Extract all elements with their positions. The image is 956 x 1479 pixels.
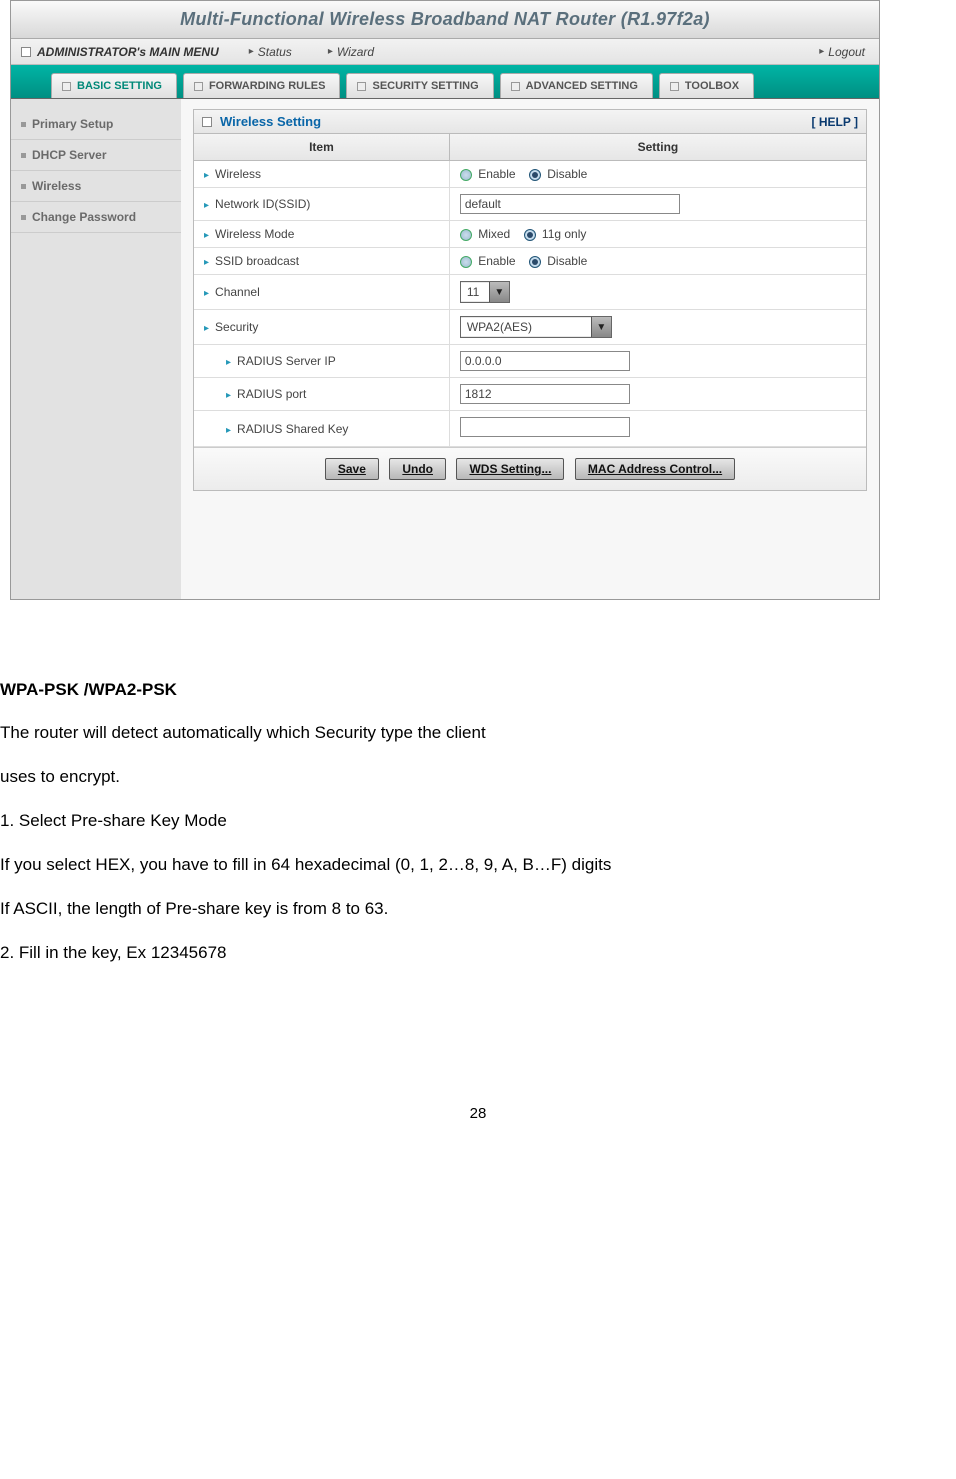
- doc-p1: The router will detect automatically whi…: [0, 722, 956, 744]
- bullet-icon: [21, 184, 26, 189]
- tab-icon: [357, 82, 366, 91]
- caret-icon: ▸: [204, 200, 209, 211]
- menu-bar: ADMINISTRATOR's MAIN MENU ▸ Status ▸ Wiz…: [11, 39, 879, 65]
- tab-strip: BASIC SETTING FORWARDING RULES SECURITY …: [11, 65, 879, 99]
- tab-icon: [62, 82, 71, 91]
- panel-icon: [202, 117, 212, 127]
- title-bar: Multi-Functional Wireless Broadband NAT …: [11, 1, 879, 39]
- sidebar: Primary Setup DHCP Server Wireless Chang…: [11, 99, 181, 599]
- ssid-input[interactable]: default: [460, 194, 680, 214]
- channel-select[interactable]: 11 ▼: [460, 281, 510, 303]
- row-wireless-label: Wireless: [215, 167, 261, 181]
- radio-enable[interactable]: [460, 169, 472, 181]
- caret-icon: ▸: [204, 170, 209, 181]
- document-text: WPA-PSK /WPA2-PSK The router will detect…: [0, 600, 956, 965]
- dropdown-icon: ▼: [489, 282, 509, 302]
- tab-toolbox[interactable]: TOOLBOX: [659, 73, 754, 98]
- arrow-icon: ▸: [328, 46, 333, 57]
- security-select[interactable]: WPA2(AES) ▼: [460, 316, 612, 338]
- tab-basic-setting[interactable]: BASIC SETTING: [51, 73, 177, 98]
- radius-port-input[interactable]: 1812: [460, 384, 630, 404]
- caret-icon: ▸: [226, 390, 231, 401]
- router-screenshot: Multi-Functional Wireless Broadband NAT …: [10, 0, 880, 600]
- doc-heading: WPA-PSK /WPA2-PSK: [0, 680, 956, 700]
- help-link[interactable]: [ HELP ]: [812, 115, 858, 129]
- save-button[interactable]: Save: [325, 458, 379, 480]
- button-row: Save Undo WDS Setting... MAC Address Con…: [194, 447, 866, 490]
- doc-p5: If ASCII, the length of Pre-share key is…: [0, 898, 956, 920]
- settings-table: Item Setting ▸Wireless Enable Disable: [194, 134, 866, 447]
- doc-p2: uses to encrypt.: [0, 766, 956, 788]
- caret-icon: ▸: [204, 257, 209, 268]
- sidebar-item-dhcp-server[interactable]: DHCP Server: [11, 140, 181, 171]
- arrow-icon: ▸: [819, 46, 824, 57]
- tab-advanced-setting[interactable]: ADVANCED SETTING: [500, 73, 653, 98]
- caret-icon: ▸: [204, 230, 209, 241]
- wds-setting-button[interactable]: WDS Setting...: [456, 458, 564, 480]
- doc-p4: If you select HEX, you have to fill in 6…: [0, 854, 956, 876]
- undo-button[interactable]: Undo: [389, 458, 446, 480]
- page-number: 28: [0, 1105, 956, 1134]
- menu-logout[interactable]: Logout: [828, 45, 865, 59]
- sidebar-item-wireless[interactable]: Wireless: [11, 171, 181, 202]
- doc-p6: 2. Fill in the key, Ex 12345678: [0, 942, 956, 964]
- sidebar-item-primary-setup[interactable]: Primary Setup: [11, 109, 181, 140]
- caret-icon: ▸: [226, 357, 231, 368]
- tab-forwarding-rules[interactable]: FORWARDING RULES: [183, 73, 341, 98]
- row-radius-port-label: RADIUS port: [237, 387, 306, 401]
- sidebar-item-change-password[interactable]: Change Password: [11, 202, 181, 233]
- row-ssid-broadcast-label: SSID broadcast: [215, 254, 299, 268]
- row-mode-label: Wireless Mode: [215, 227, 294, 241]
- tab-icon: [511, 82, 520, 91]
- main-panel: Wireless Setting [ HELP ] Item Setting ▸…: [181, 99, 879, 599]
- bullet-icon: [21, 122, 26, 127]
- menu-status[interactable]: Status: [258, 45, 292, 59]
- mac-address-control-button[interactable]: MAC Address Control...: [575, 458, 735, 480]
- menu-wizard[interactable]: Wizard: [337, 45, 374, 59]
- bullet-icon: [21, 215, 26, 220]
- col-item: Item: [194, 134, 449, 161]
- radio-broadcast-enable[interactable]: [460, 256, 472, 268]
- row-channel-label: Channel: [215, 285, 260, 299]
- radio-disable[interactable]: [529, 169, 541, 181]
- tab-security-setting[interactable]: SECURITY SETTING: [346, 73, 493, 98]
- radius-ip-input[interactable]: 0.0.0.0: [460, 351, 630, 371]
- radio-mixed[interactable]: [460, 229, 472, 241]
- wireless-setting-panel: Wireless Setting [ HELP ] Item Setting ▸…: [193, 109, 867, 491]
- panel-title: Wireless Setting: [220, 114, 321, 129]
- row-radius-key-label: RADIUS Shared Key: [237, 422, 348, 436]
- radius-key-input[interactable]: [460, 417, 630, 437]
- caret-icon: ▸: [204, 323, 209, 334]
- radio-broadcast-disable[interactable]: [529, 256, 541, 268]
- caret-icon: ▸: [204, 288, 209, 299]
- tab-icon: [670, 82, 679, 91]
- row-radius-ip-label: RADIUS Server IP: [237, 354, 336, 368]
- admin-main-menu-label: ADMINISTRATOR's MAIN MENU: [37, 45, 219, 59]
- panel-header: Wireless Setting [ HELP ]: [194, 110, 866, 134]
- radio-11g-only[interactable]: [524, 229, 536, 241]
- arrow-icon: ▸: [249, 46, 254, 57]
- row-ssid-label: Network ID(SSID): [215, 197, 310, 211]
- col-setting: Setting: [449, 134, 866, 161]
- doc-p3: 1. Select Pre-share Key Mode: [0, 810, 956, 832]
- row-security-label: Security: [215, 320, 258, 334]
- tab-icon: [194, 82, 203, 91]
- caret-icon: ▸: [226, 425, 231, 436]
- menu-icon: [21, 47, 31, 57]
- router-title: Multi-Functional Wireless Broadband NAT …: [180, 9, 710, 29]
- bullet-icon: [21, 153, 26, 158]
- dropdown-icon: ▼: [591, 317, 611, 337]
